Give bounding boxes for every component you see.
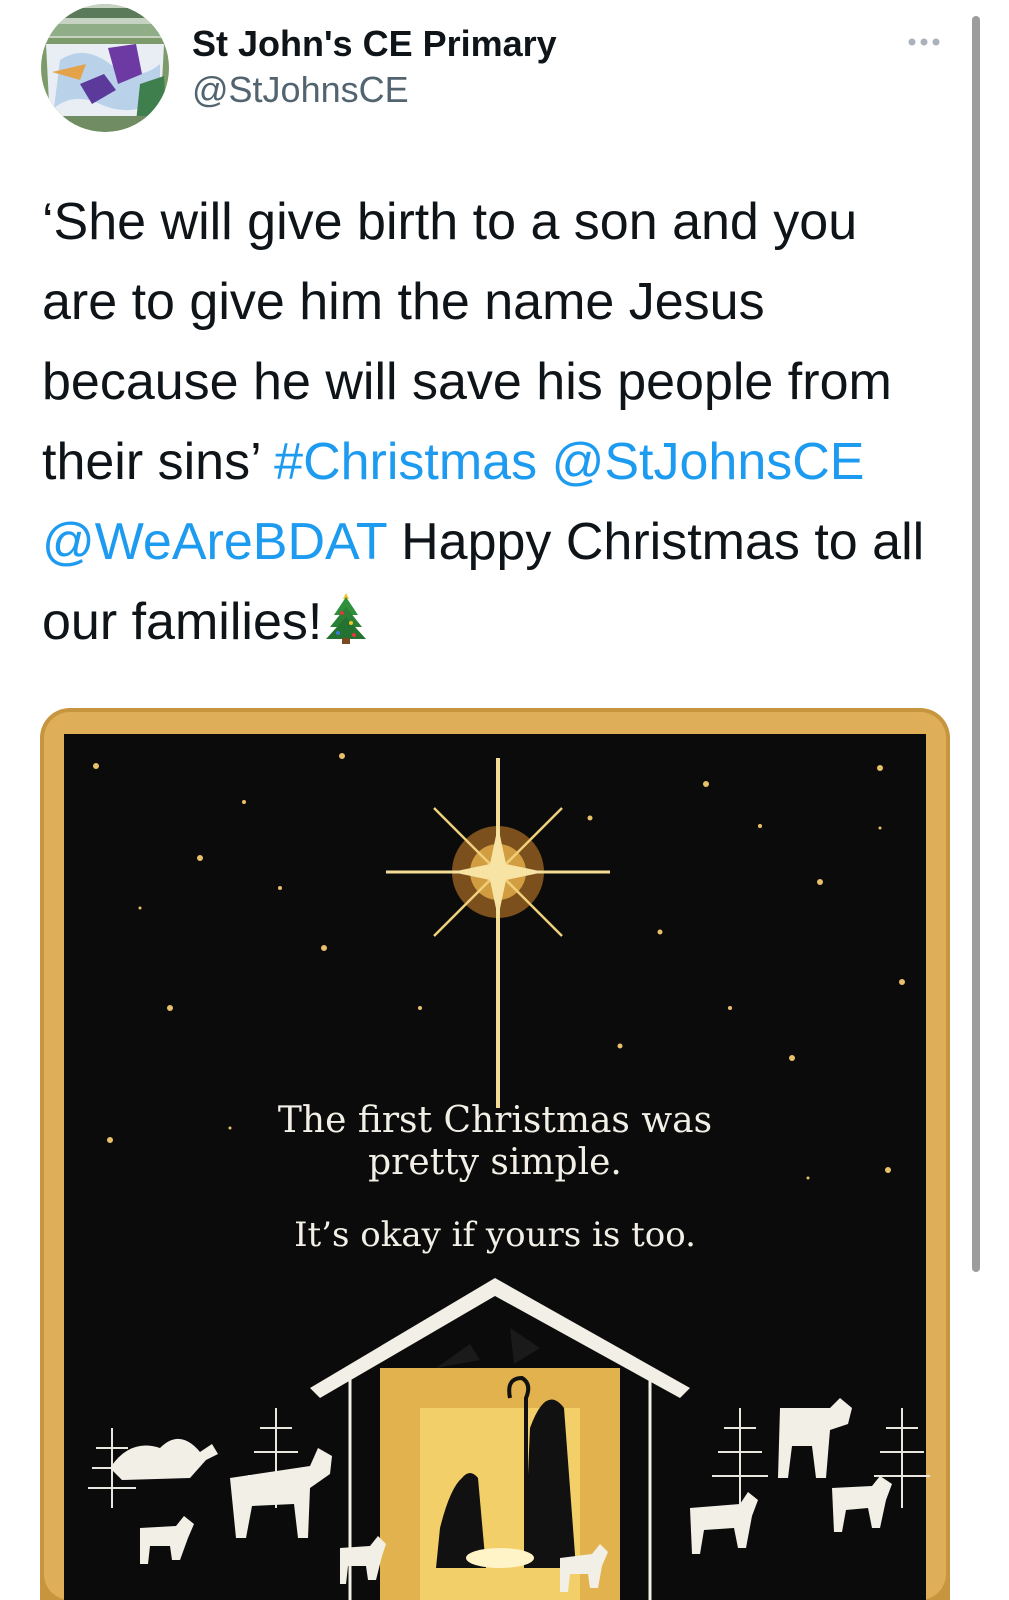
image-caption-line-1: The first Christmas was xyxy=(278,1100,712,1141)
tweet-text: ‘She will give birth to a son and you ar… xyxy=(42,182,942,662)
nativity-illustration: The first Christmas was pretty simple. I… xyxy=(40,708,950,1600)
mention-stjohnsce[interactable]: @StJohnsCE xyxy=(552,433,865,491)
more-options-button[interactable] xyxy=(900,26,948,58)
scrollbar[interactable] xyxy=(972,16,980,1272)
image-caption-line-3: It’s okay if yours is too. xyxy=(294,1215,696,1255)
school-badge-icon xyxy=(41,4,169,132)
author-name[interactable]: St John's CE Primary xyxy=(192,22,557,66)
author-handle[interactable]: @StJohnsCE xyxy=(192,68,409,112)
avatar[interactable] xyxy=(40,4,170,132)
mention-wearebdat[interactable]: @WeAreBDAT xyxy=(42,513,387,571)
tweet-image[interactable]: The first Christmas was pretty simple. I… xyxy=(40,708,950,1600)
more-options-icon xyxy=(908,38,940,46)
hashtag-christmas[interactable]: #Christmas xyxy=(274,433,537,491)
christmas-tree-icon xyxy=(326,593,367,644)
image-caption-line-2: pretty simple. xyxy=(368,1142,622,1183)
tweet: St John's CE Primary @StJohnsCE ‘She wil… xyxy=(0,0,1009,1600)
